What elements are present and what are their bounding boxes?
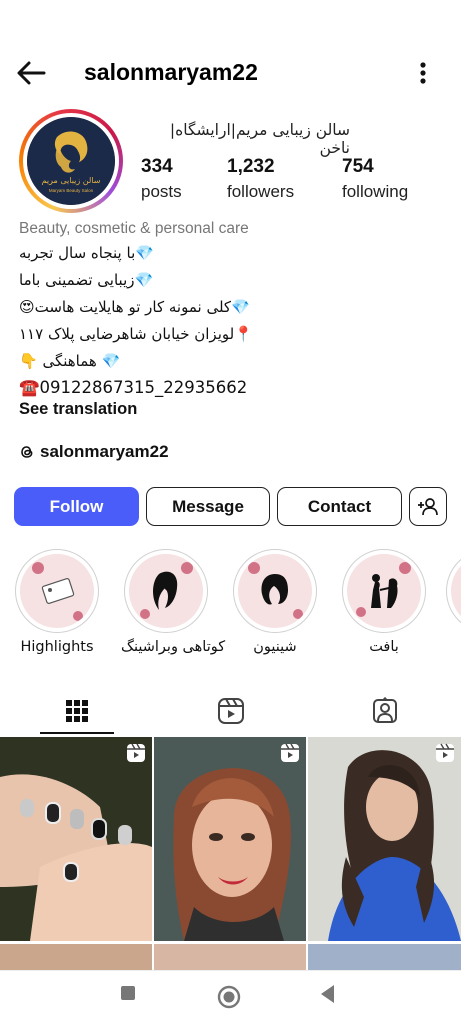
more-options-button[interactable] xyxy=(410,58,436,88)
bio-line: 📍لویزان خیابان شاهرضایی پلاک ۱۱۷ xyxy=(19,325,253,343)
grid-icon xyxy=(65,700,88,722)
home-circle-icon xyxy=(217,985,241,1009)
avatar-text: سالن زیبایی مریم xyxy=(42,176,101,185)
highlight-item[interactable]: بافت xyxy=(339,549,429,655)
square-icon xyxy=(121,986,135,1000)
top-bar: salonmaryam22 xyxy=(0,50,461,96)
profile-tabs xyxy=(0,688,461,734)
profile-username: salonmaryam22 xyxy=(84,59,258,85)
threads-link[interactable]: salonmaryam22 xyxy=(18,440,169,464)
post-thumbnail[interactable] xyxy=(154,737,306,941)
following-count: 754 xyxy=(342,156,374,177)
bio-line: 💎 هماهنگی 👇 xyxy=(19,352,121,370)
posts-count: 334 xyxy=(141,156,173,177)
post-thumbnail[interactable] xyxy=(308,737,461,941)
highlight-label: Highlights xyxy=(20,639,94,655)
reel-badge-icon xyxy=(436,743,454,762)
bio: Beauty, cosmetic & personal care 💎با پنج… xyxy=(19,220,449,422)
braiding-icon xyxy=(356,562,411,617)
suggested-accounts-button[interactable] xyxy=(409,487,447,526)
system-back-button[interactable] xyxy=(318,983,338,1010)
bio-line: 💎کلی نمونه کار تو هایلایت هاست😍 xyxy=(19,298,250,316)
profile-display-name: سالن زیبایی مریم|ارایشگاه|ناخن xyxy=(169,121,350,157)
stat-following[interactable]: 754 following xyxy=(342,156,408,202)
post-thumbnail[interactable] xyxy=(154,944,306,970)
see-translation-link[interactable]: See translation xyxy=(19,400,449,422)
avatar: سالن زیبایی مریم Maryam Beauty Salon xyxy=(27,117,115,205)
hairstyle-icon xyxy=(248,562,303,619)
recent-apps-button[interactable] xyxy=(118,983,138,1008)
more-vertical-icon xyxy=(420,62,426,84)
highlight-label: بافت xyxy=(369,639,399,655)
salon-logo: سالن زیبایی مریم Maryam Beauty Salon xyxy=(27,117,115,205)
threads-handle: salonmaryam22 xyxy=(40,442,169,461)
woman-hair-icon xyxy=(140,562,193,619)
posts-grid xyxy=(0,737,461,970)
portrait-photo xyxy=(154,737,306,941)
highlight-item[interactable]: کوتاهی وبراشینگ xyxy=(121,549,226,655)
bio-category: Beauty, cosmetic & personal care xyxy=(19,220,249,237)
highlight-item[interactable]: شینیون xyxy=(230,549,320,655)
contact-button[interactable]: Contact xyxy=(277,487,402,526)
highlight-label: شینیون xyxy=(253,639,297,655)
post-thumbnail[interactable] xyxy=(308,944,461,970)
tab-tagged[interactable] xyxy=(308,688,461,734)
story-ring[interactable]: سالن زیبایی مریم Maryam Beauty Salon xyxy=(19,109,123,213)
bio-phone[interactable]: ☎️09122867315_22935662 xyxy=(19,375,449,400)
post-thumbnail[interactable] xyxy=(0,737,152,941)
avatar-subtext: Maryam Beauty Salon xyxy=(49,188,94,193)
highlight-item[interactable]: Highlights xyxy=(12,549,102,655)
threads-icon xyxy=(21,446,33,458)
nails-photo xyxy=(0,737,152,941)
stat-posts[interactable]: 334 posts xyxy=(141,156,182,202)
haircut-photo xyxy=(308,737,461,941)
tab-reels[interactable] xyxy=(154,688,307,734)
triangle-back-icon xyxy=(321,985,334,1003)
bio-line: 💎زیبایی تضمینی باما xyxy=(19,271,154,289)
selected-tab-indicator xyxy=(40,732,114,734)
bio-line: 💎با پنجاه سال تجربه xyxy=(19,244,154,262)
follow-button[interactable]: Follow xyxy=(14,487,139,526)
tab-posts-grid[interactable] xyxy=(0,688,153,734)
home-button[interactable] xyxy=(217,985,241,1014)
followers-label: followers xyxy=(227,182,295,201)
arrow-left-icon xyxy=(17,61,46,85)
post-thumbnail[interactable] xyxy=(0,944,152,970)
tagged-icon xyxy=(372,697,397,723)
stat-followers[interactable]: 1,232 followers xyxy=(227,156,294,202)
highlight-label: کوتاهی وبراشینگ xyxy=(121,639,226,655)
reels-icon xyxy=(217,698,244,724)
reel-badge-icon xyxy=(281,743,299,762)
message-button[interactable]: Message xyxy=(146,487,270,526)
system-navigation-bar xyxy=(0,970,461,1024)
highlight-item-partial[interactable] xyxy=(446,549,461,633)
back-button[interactable] xyxy=(14,58,50,88)
add-user-icon xyxy=(418,497,438,515)
following-label: following xyxy=(342,182,409,201)
tag-icon xyxy=(32,562,83,621)
posts-label: posts xyxy=(141,182,182,201)
followers-count: 1,232 xyxy=(227,156,275,177)
reel-badge-icon xyxy=(127,743,145,762)
